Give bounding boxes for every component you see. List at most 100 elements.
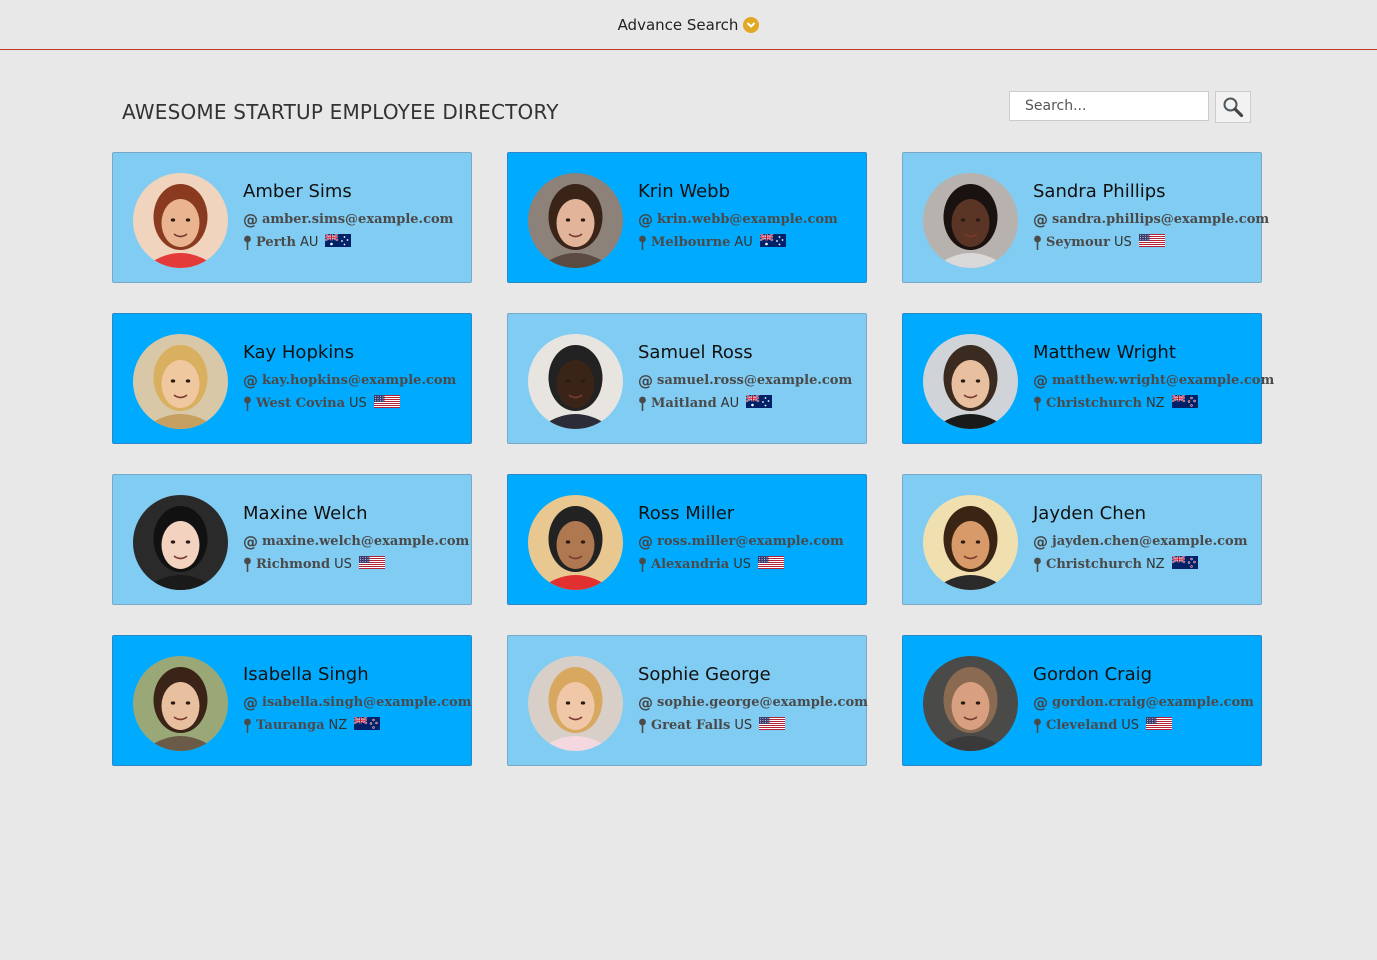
employee-country: US bbox=[1113, 235, 1132, 250]
nz-flag-icon bbox=[351, 717, 381, 734]
at-icon: @ bbox=[638, 371, 653, 390]
employee-name: Samuel Ross bbox=[638, 342, 753, 363]
avatar bbox=[133, 334, 228, 429]
employee-card[interactable]: Isabella Singh @ isabella.singh@example.co… bbox=[112, 635, 472, 766]
au-flag-icon bbox=[757, 234, 786, 251]
us-flag-icon bbox=[756, 717, 786, 734]
at-icon: @ bbox=[638, 693, 653, 712]
map-pin-icon bbox=[244, 718, 251, 733]
us-flag-icon bbox=[356, 556, 385, 573]
employee-location-row: Richmond US bbox=[243, 553, 469, 576]
employee-email: maxine.welch@example.com bbox=[262, 534, 470, 549]
us-flag-icon bbox=[1143, 717, 1173, 734]
employee-email-row: @ matthew.wright@example.com bbox=[1033, 369, 1274, 392]
map-pin-icon bbox=[1034, 557, 1041, 572]
employee-card[interactable]: Ross Miller @ ross.miller@example.com Alexa… bbox=[507, 474, 867, 605]
employee-name: Matthew Wright bbox=[1033, 342, 1176, 363]
employee-location-row: Maitland AU bbox=[638, 392, 852, 415]
employee-city: Cleveland bbox=[1046, 718, 1118, 733]
employee-location-row: Alexandria US bbox=[638, 553, 844, 576]
employee-email: gordon.craig@example.com bbox=[1052, 695, 1254, 710]
search-button[interactable] bbox=[1215, 91, 1251, 123]
map-pin-icon bbox=[1034, 718, 1041, 733]
employee-card[interactable]: Samuel Ross @ samuel.ross@example.com Maitl… bbox=[507, 313, 867, 444]
employee-city: Alexandria bbox=[651, 557, 730, 572]
employee-country: AU bbox=[720, 396, 740, 411]
employee-location-row: Perth AU bbox=[243, 231, 453, 254]
employee-card[interactable]: Matthew Wright @ matthew.wright@example.co… bbox=[902, 313, 1274, 444]
us-flag-icon bbox=[371, 395, 400, 412]
employee-location-row: Cleveland US bbox=[1033, 714, 1254, 737]
employee-name: Maxine Welch bbox=[243, 503, 368, 524]
employee-country: US bbox=[1121, 718, 1140, 733]
employee-city: Maitland bbox=[651, 396, 717, 411]
employee-country: US bbox=[334, 557, 352, 572]
employee-card[interactable]: Kay Hopkins @ kay.hopkins@example.com West … bbox=[112, 313, 472, 444]
employee-name: Krin Webb bbox=[638, 181, 731, 202]
employee-city: Tauranga bbox=[256, 718, 325, 733]
employee-city: West Covina bbox=[256, 396, 346, 411]
employee-name: Isabella Singh bbox=[243, 664, 369, 685]
us-flag-icon bbox=[755, 556, 785, 573]
employee-email: samuel.ross@example.com bbox=[657, 373, 853, 388]
at-icon: @ bbox=[1033, 693, 1048, 712]
map-pin-icon bbox=[244, 396, 251, 411]
us-flag-icon bbox=[1136, 234, 1165, 251]
avatar bbox=[133, 173, 228, 268]
map-pin-icon bbox=[244, 235, 251, 250]
employee-email-row: @ ross.miller@example.com bbox=[638, 530, 844, 553]
avatar bbox=[923, 334, 1018, 429]
at-icon: @ bbox=[243, 371, 258, 390]
employee-email: sophie.george@example.com bbox=[657, 695, 868, 710]
advance-search-label: Advance Search bbox=[617, 15, 739, 34]
avatar bbox=[923, 173, 1018, 268]
employee-email-row: @ sandra.phillips@example.com bbox=[1033, 208, 1269, 231]
employee-card[interactable]: Sandra Phillips @ sandra.phillips@example.… bbox=[902, 152, 1269, 283]
avatar bbox=[923, 495, 1018, 590]
top-bar: Advance Search bbox=[0, 0, 1377, 50]
employee-location-row: Christchurch NZ bbox=[1033, 553, 1247, 576]
au-flag-icon bbox=[743, 395, 773, 412]
magnifier-icon bbox=[1223, 97, 1244, 118]
employee-card[interactable]: Maxine Welch @ maxine.welch@example.com Ric… bbox=[112, 474, 472, 605]
employee-city: Melbourne bbox=[651, 235, 731, 250]
employee-name: Amber Sims bbox=[243, 181, 352, 202]
employee-location-row: West Covina US bbox=[243, 392, 456, 415]
avatar bbox=[528, 334, 623, 429]
employee-email-row: @ samuel.ross@example.com bbox=[638, 369, 852, 392]
avatar bbox=[528, 656, 623, 751]
at-icon: @ bbox=[638, 532, 653, 551]
employee-card[interactable]: Jayden Chen @ jayden.chen@example.com Chris… bbox=[902, 474, 1262, 605]
map-pin-icon bbox=[639, 396, 646, 411]
advance-search-toggle[interactable]: Advance Search bbox=[618, 16, 760, 34]
employee-email: ross.miller@example.com bbox=[657, 534, 844, 549]
employee-country: US bbox=[349, 396, 367, 411]
employee-city: Seymour bbox=[1046, 235, 1110, 250]
employee-country: AU bbox=[300, 235, 319, 250]
employee-name: Sophie George bbox=[638, 664, 771, 685]
employee-email: kay.hopkins@example.com bbox=[262, 373, 457, 388]
employee-location-row: Tauranga NZ bbox=[243, 714, 472, 737]
employee-card[interactable]: Sophie George @ sophie.george@example.com G… bbox=[507, 635, 868, 766]
employee-email-row: @ maxine.welch@example.com bbox=[243, 530, 469, 553]
map-pin-icon bbox=[1034, 235, 1041, 250]
employee-card[interactable]: Gordon Craig @ gordon.craig@example.com Cle… bbox=[902, 635, 1262, 766]
map-pin-icon bbox=[1034, 396, 1041, 411]
page-title: AWESOME STARTUP EMPLOYEE DIRECTORY bbox=[122, 100, 559, 124]
at-icon: @ bbox=[243, 693, 258, 712]
employee-name: Ross Miller bbox=[638, 503, 735, 524]
employee-email-row: @ kay.hopkins@example.com bbox=[243, 369, 456, 392]
search-input[interactable] bbox=[1009, 91, 1209, 121]
employee-name: Gordon Craig bbox=[1033, 664, 1153, 685]
at-icon: @ bbox=[243, 532, 258, 551]
employee-city: Christchurch bbox=[1046, 396, 1142, 411]
employee-email: krin.webb@example.com bbox=[657, 212, 838, 227]
map-pin-icon bbox=[639, 235, 646, 250]
employee-card[interactable]: Krin Webb @ krin.webb@example.com Melbourne… bbox=[507, 152, 867, 283]
employee-card[interactable]: Amber Sims @ amber.sims@example.com Perth AU bbox=[112, 152, 472, 283]
employee-email-row: @ krin.webb@example.com bbox=[638, 208, 838, 231]
employee-email: amber.sims@example.com bbox=[262, 212, 454, 227]
employee-country: US bbox=[734, 718, 753, 733]
map-pin-icon bbox=[639, 557, 646, 572]
employee-name: Sandra Phillips bbox=[1033, 181, 1166, 202]
